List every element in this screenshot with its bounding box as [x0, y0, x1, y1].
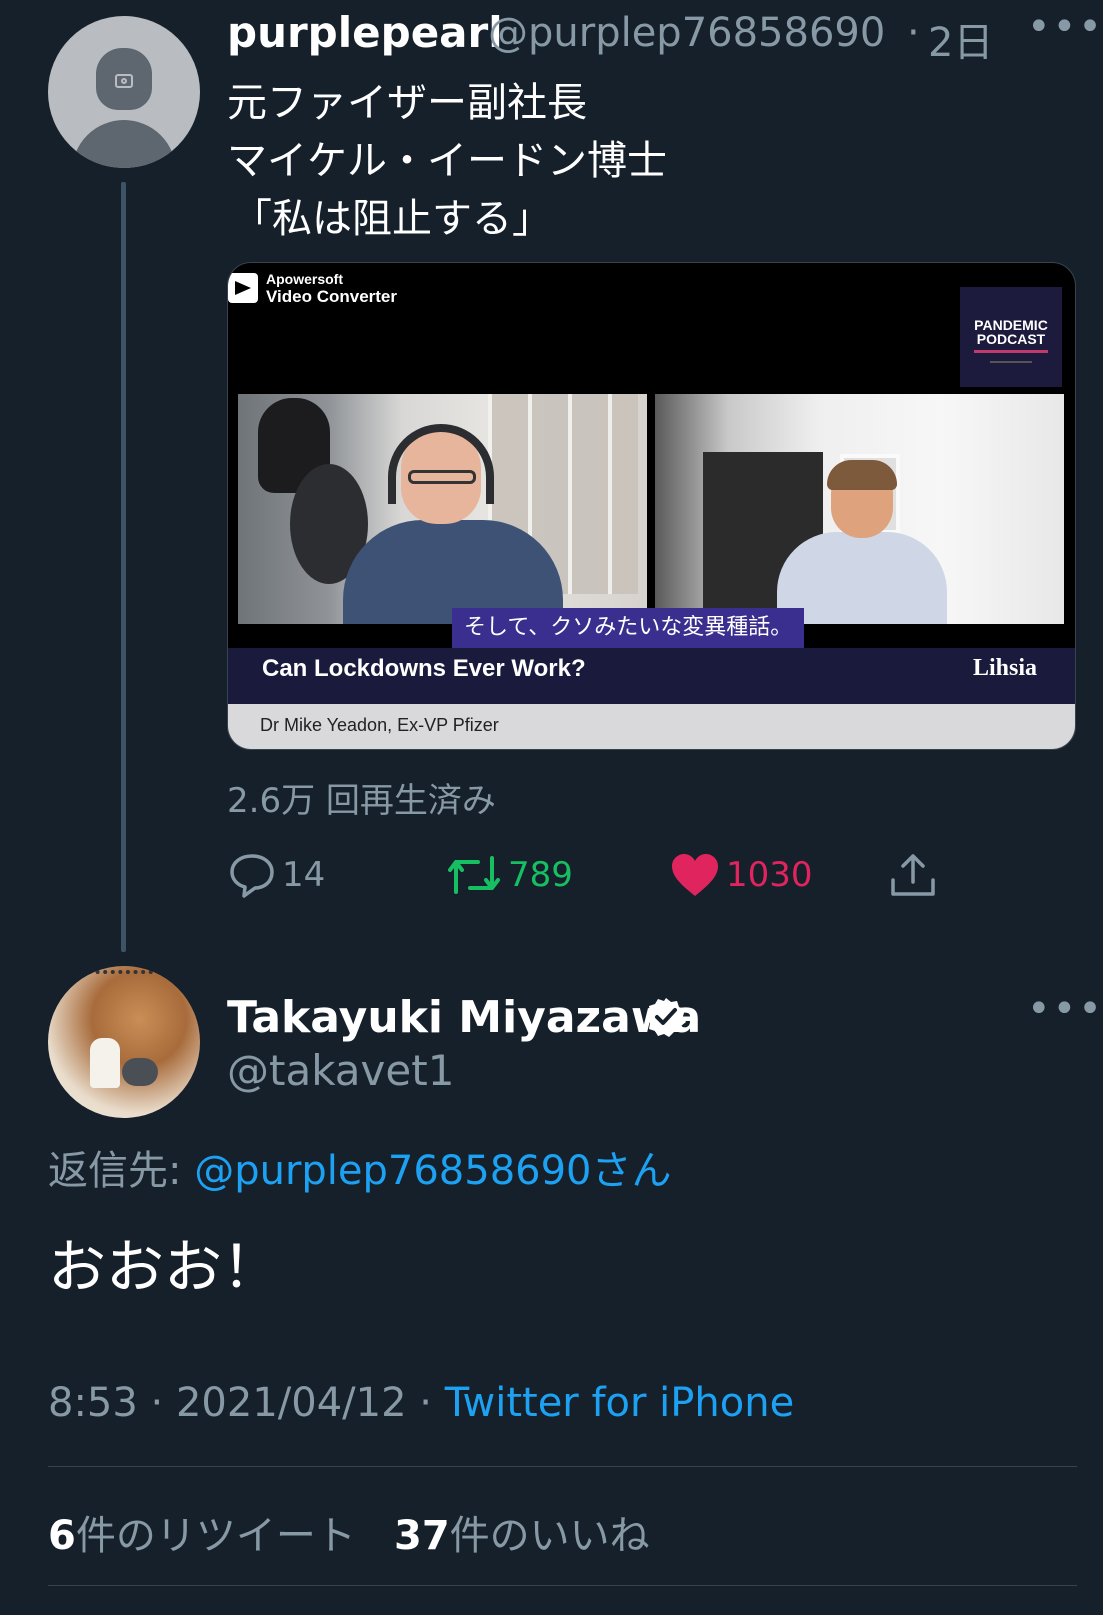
divider [48, 1466, 1077, 1467]
likes-stat[interactable]: 37件のいいね [394, 1513, 650, 1559]
separator: · [150, 1380, 164, 1426]
more-icon[interactable]: ••• [1027, 986, 1103, 1032]
avatar-placeholder-body [72, 120, 176, 168]
video-converter-logo-icon [228, 273, 258, 303]
like-label: 件のいいね [449, 1513, 650, 1559]
retweet-count: 789 [508, 855, 573, 895]
tweet-text-line: マイケル・イードン博士 [227, 138, 667, 184]
author-name[interactable]: Takayuki Miyazawa [227, 992, 701, 1043]
like-button[interactable]: 1030 [670, 852, 813, 898]
view-count: 2.6万 回再生済み [227, 781, 496, 821]
camera-icon [115, 74, 133, 88]
share-button[interactable] [888, 852, 944, 898]
tweet-meta: 8:53 · 2021/04/12 · Twitter for iPhone [48, 1380, 794, 1426]
video-banner-right: Lihsia [973, 655, 1038, 681]
engagement-stats: 6件のリツイート 37件のいいね [48, 1503, 650, 1561]
retweet-button[interactable]: 789 [446, 852, 573, 898]
retweets-stat[interactable]: 6件のリツイート [48, 1513, 356, 1559]
client-link[interactable]: Twitter for iPhone [445, 1380, 795, 1426]
reply-icon [230, 854, 274, 898]
tweet-time[interactable]: 2日 [928, 10, 993, 68]
podcast-logo: PANDEMIC PODCAST [960, 287, 1062, 387]
tweet-text-line: 「私は阻止する」 [232, 196, 552, 242]
retweet-count: 6 [48, 1513, 76, 1559]
retweet-icon [448, 856, 500, 894]
video-frame-right [655, 394, 1064, 624]
watermark-line2: Video Converter [266, 287, 398, 306]
tweet-time[interactable]: 8:53 [48, 1380, 138, 1426]
like-count: 37 [394, 1513, 450, 1559]
share-icon [891, 854, 935, 896]
separator: · [419, 1380, 432, 1426]
video-banner-title: Can Lockdowns Ever Work? [262, 655, 586, 682]
reply-to-label: 返信先: [48, 1148, 195, 1194]
video-frame-left [238, 394, 647, 624]
tweet-date[interactable]: 2021/04/12 [176, 1380, 407, 1426]
verified-icon [646, 998, 686, 1037]
author-handle[interactable]: @purplep76858690 [488, 10, 885, 56]
headphones-icon [388, 424, 494, 504]
avatar-takayuki-miyazawa[interactable] [48, 966, 200, 1118]
reply-count: 14 [282, 855, 326, 895]
author-handle[interactable]: @takavet1 [227, 1046, 454, 1095]
thread-line [121, 182, 126, 952]
like-count: 1030 [726, 855, 813, 895]
video-subtitle: そして、クソみたいな変異種話。 [452, 608, 805, 648]
more-icon[interactable]: ••• [1027, 4, 1103, 50]
reply-to-user-link[interactable]: @purplep76858690さん [194, 1148, 671, 1194]
divider [48, 1585, 1077, 1586]
video-player[interactable]: Apowersoft Video Converter PANDEMIC PODC… [227, 262, 1076, 750]
separator: · [907, 10, 920, 56]
reply-button[interactable]: 14 [228, 852, 325, 898]
reply-to-line: 返信先: @purplep76858690さん [48, 1138, 672, 1196]
retweet-label: 件のリツイート [75, 1513, 356, 1559]
tweet-text: おおお！ [48, 1233, 281, 1301]
author-name[interactable]: purplepearl [227, 8, 503, 57]
podcast-logo-line2: PODCAST [976, 331, 1046, 347]
watermark-line1: Apowersoft [266, 271, 343, 287]
avatar-purplepearl[interactable] [48, 16, 200, 168]
heart-icon [672, 854, 718, 896]
lower-third-text: Dr Mike Yeadon, Ex-VP Pfizer [260, 715, 499, 735]
tweet-text-line: 元ファイザー副社長 [227, 80, 587, 126]
